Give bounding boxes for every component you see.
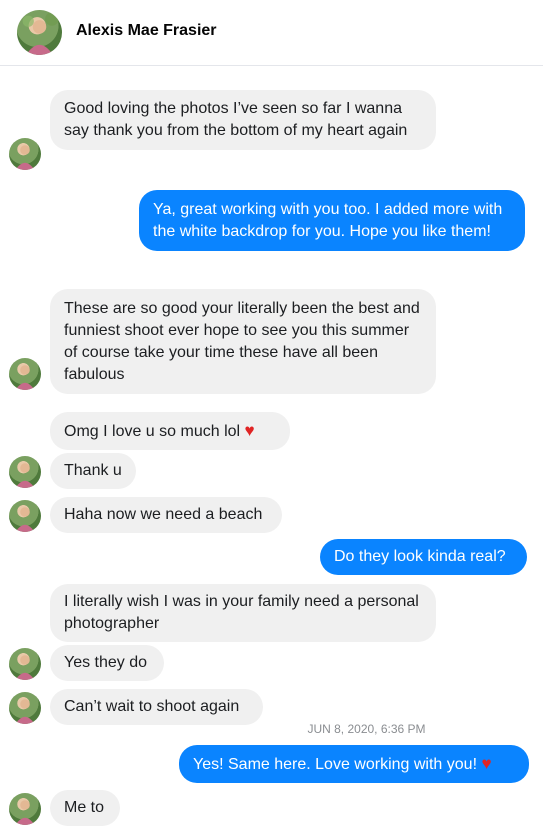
message-text: Yes they do: [64, 654, 148, 671]
incoming-message: I literally wish I was in your family ne…: [50, 584, 436, 642]
heart-icon: ♥: [244, 421, 255, 440]
message-text: Thank u: [64, 462, 122, 479]
sender-avatar: [9, 138, 41, 170]
incoming-message: Yes they do: [50, 645, 164, 681]
incoming-message: These are so good your literally been th…: [50, 289, 436, 394]
outgoing-message: Do they look kinda real?: [320, 539, 527, 575]
outgoing-message: Yes! Same here. Love working with you! ♥: [179, 745, 529, 783]
incoming-message: Good loving the photos I’ve seen so far …: [50, 90, 436, 150]
message-text: Haha now we need a beach: [64, 506, 263, 523]
incoming-message: Can’t wait to shoot again: [50, 689, 263, 725]
sender-avatar: [9, 500, 41, 532]
message-text: Yes! Same here. Love working with you!: [193, 756, 478, 773]
incoming-message: Thank u: [50, 453, 136, 489]
incoming-message: Me to: [50, 790, 120, 826]
message-text: Ya, great working with you too. I added …: [153, 201, 503, 240]
heart-icon: ♥: [481, 754, 492, 773]
sender-avatar: [9, 358, 41, 390]
message-text: Good loving the photos I’ve seen so far …: [64, 100, 408, 139]
contact-avatar[interactable]: [17, 10, 62, 55]
message-text: Omg I love u so much lol: [64, 423, 241, 440]
message-text: Me to: [64, 799, 105, 816]
sender-avatar: [9, 648, 41, 680]
incoming-message: Haha now we need a beach: [50, 497, 282, 533]
message-text: Do they look kinda real?: [334, 548, 506, 565]
outgoing-message: Ya, great working with you too. I added …: [139, 190, 525, 251]
incoming-message: Omg I love u so much lol ♥: [50, 412, 290, 450]
message-text: Can’t wait to shoot again: [64, 698, 240, 715]
message-timestamp: JUN 8, 2020, 6:36 PM: [307, 722, 426, 736]
conversation-header: Alexis Mae Frasier: [0, 0, 543, 66]
message-text: These are so good your literally been th…: [64, 300, 420, 383]
sender-avatar: [9, 793, 41, 825]
contact-name[interactable]: Alexis Mae Frasier: [76, 22, 217, 40]
message-text: I literally wish I was in your family ne…: [64, 593, 419, 632]
sender-avatar: [9, 456, 41, 488]
sender-avatar: [9, 692, 41, 724]
